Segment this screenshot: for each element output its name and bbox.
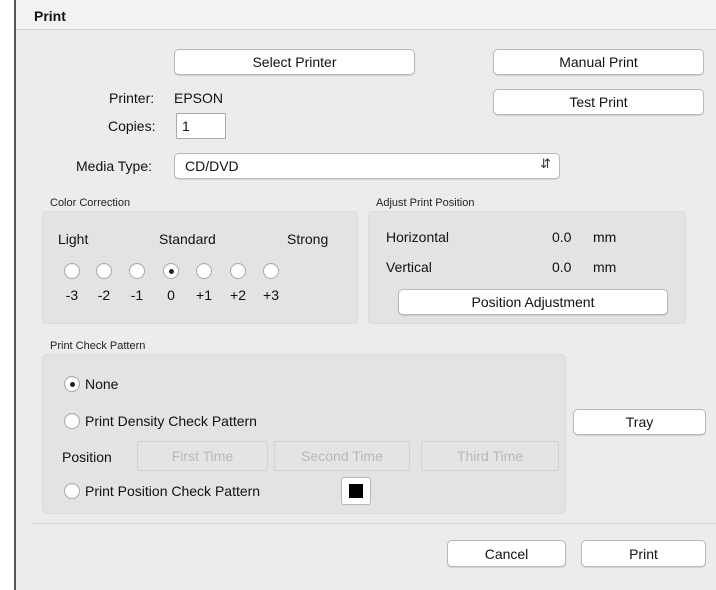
cancel-button[interactable]: Cancel xyxy=(447,540,566,567)
color-swatch-button[interactable] xyxy=(341,477,371,505)
standard-label: Standard xyxy=(159,231,216,247)
copies-field[interactable]: 1 xyxy=(176,113,226,139)
printer-label: Printer: xyxy=(109,90,155,106)
color-correction-radio[interactable] xyxy=(64,263,80,279)
adjust-print-position-title: Adjust Print Position xyxy=(376,197,475,209)
third-time-button[interactable]: Third Time xyxy=(421,441,559,471)
manual-print-button[interactable]: Manual Print xyxy=(493,49,704,75)
color-correction-level-label: -3 xyxy=(65,287,79,303)
color-correction-radio[interactable] xyxy=(263,263,279,279)
density-check-label: Print Density Check Pattern xyxy=(85,413,257,429)
color-correction-radio[interactable] xyxy=(230,263,246,279)
color-correction-radio[interactable] xyxy=(163,263,179,279)
media-type-select[interactable]: CD/DVD ⇵ xyxy=(174,153,560,179)
color-correction-level-label: -1 xyxy=(130,287,144,303)
light-label: Light xyxy=(58,231,89,247)
horizontal-unit: mm xyxy=(593,229,617,245)
color-correction-radio[interactable] xyxy=(96,263,112,279)
window-title: Print xyxy=(34,8,66,24)
first-time-button[interactable]: First Time xyxy=(137,441,268,471)
vertical-label: Vertical xyxy=(386,259,432,275)
vertical-value: 0.0 xyxy=(552,259,572,275)
footer-divider xyxy=(32,523,716,524)
black-swatch-icon xyxy=(349,484,363,498)
position-check-label: Print Position Check Pattern xyxy=(85,483,261,499)
color-correction-title: Color Correction xyxy=(50,197,131,209)
media-type-label: Media Type: xyxy=(76,158,153,174)
strong-label: Strong xyxy=(287,231,329,247)
print-dialog: Print Select Printer Manual Print Test P… xyxy=(14,0,716,590)
color-correction-radio[interactable] xyxy=(129,263,145,279)
color-correction-level-label: 0 xyxy=(167,287,175,303)
printer-value: EPSON xyxy=(174,90,224,106)
media-type-value: CD/DVD xyxy=(185,158,239,174)
position-adjustment-button[interactable]: Position Adjustment xyxy=(398,289,668,315)
select-printer-button[interactable]: Select Printer xyxy=(174,49,415,75)
none-label: None xyxy=(85,376,119,392)
position-check-radio[interactable] xyxy=(64,483,80,499)
color-correction-level-label: +3 xyxy=(263,287,279,303)
position-label: Position xyxy=(62,449,112,465)
color-correction-radio[interactable] xyxy=(196,263,212,279)
tray-button[interactable]: Tray xyxy=(573,409,706,435)
updown-chevron-icon: ⇵ xyxy=(540,156,551,171)
horizontal-value: 0.0 xyxy=(552,229,572,245)
test-print-button[interactable]: Test Print xyxy=(493,89,704,115)
color-correction-level-label: +1 xyxy=(196,287,212,303)
vertical-unit: mm xyxy=(593,259,617,275)
none-radio[interactable] xyxy=(64,376,80,392)
horizontal-label: Horizontal xyxy=(386,229,450,245)
second-time-button[interactable]: Second Time xyxy=(274,441,410,471)
density-check-radio[interactable] xyxy=(64,413,80,429)
print-button[interactable]: Print xyxy=(581,540,706,567)
copies-label: Copies: xyxy=(108,118,156,134)
color-correction-level-label: +2 xyxy=(230,287,246,303)
title-bar: Print xyxy=(16,0,716,30)
print-check-pattern-title: Print Check Pattern xyxy=(50,340,146,352)
color-correction-level-label: -2 xyxy=(97,287,111,303)
